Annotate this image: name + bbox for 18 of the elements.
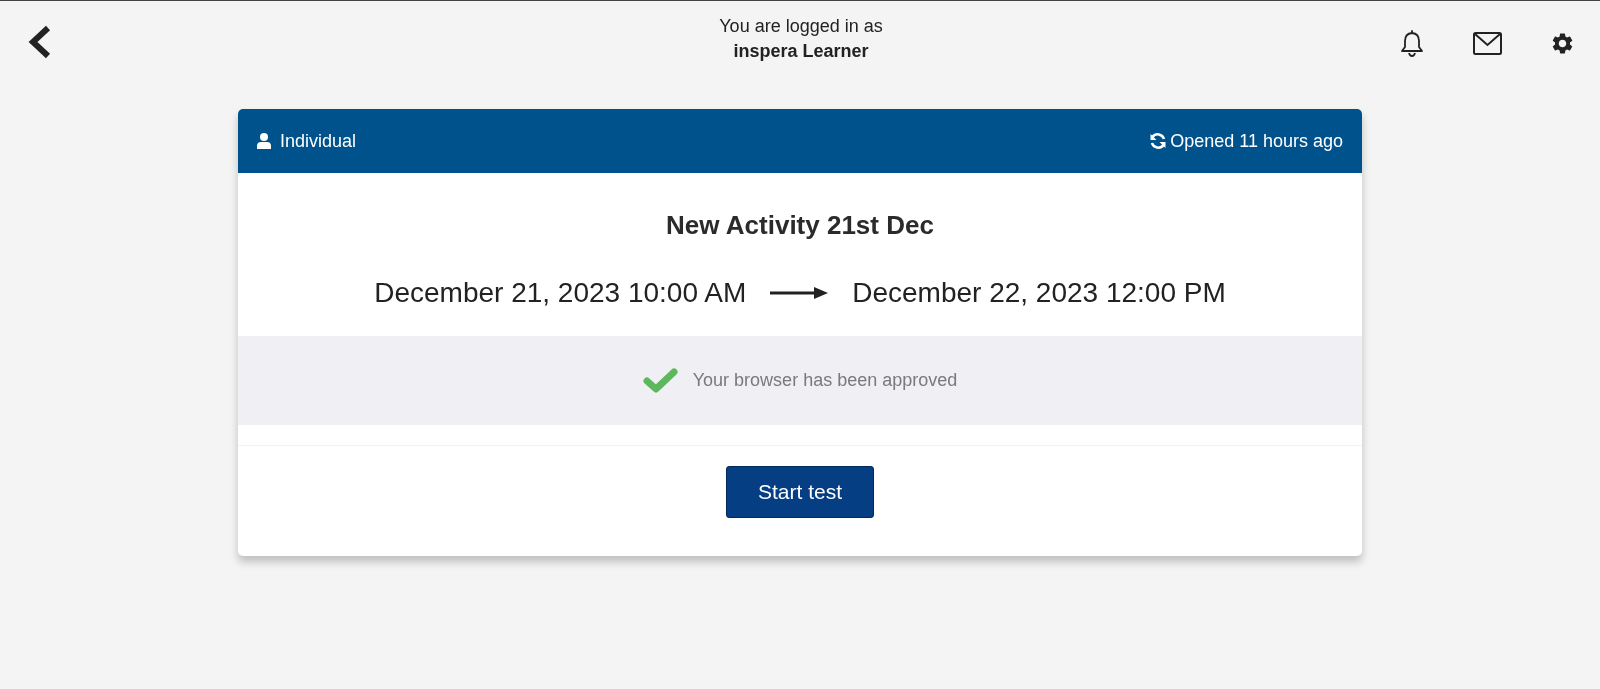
- end-date: December 22, 2023 12:00 PM: [852, 276, 1226, 310]
- start-date: December 21, 2023 10:00 AM: [374, 276, 747, 310]
- start-test-button[interactable]: Start test: [726, 466, 874, 518]
- right-arrow-icon: [770, 287, 829, 299]
- chevron-left-icon: [27, 25, 53, 59]
- activity-type-label: Individual: [280, 130, 357, 152]
- notifications-button[interactable]: [1399, 29, 1425, 57]
- back-button[interactable]: [27, 25, 53, 59]
- bell-icon: [1399, 29, 1425, 57]
- messages-button[interactable]: [1473, 29, 1502, 57]
- browser-check-message: Your browser has been approved: [692, 370, 958, 391]
- envelope-icon: [1473, 31, 1502, 55]
- activity-title: New Activity 21st Dec: [665, 209, 935, 241]
- opened-time: Opened 11 hours ago: [1170, 130, 1343, 152]
- login-label: You are logged in as: [719, 15, 883, 38]
- user-name: inspera Learner: [733, 40, 869, 63]
- person-icon: [257, 133, 271, 149]
- refresh-icon: [1149, 132, 1168, 150]
